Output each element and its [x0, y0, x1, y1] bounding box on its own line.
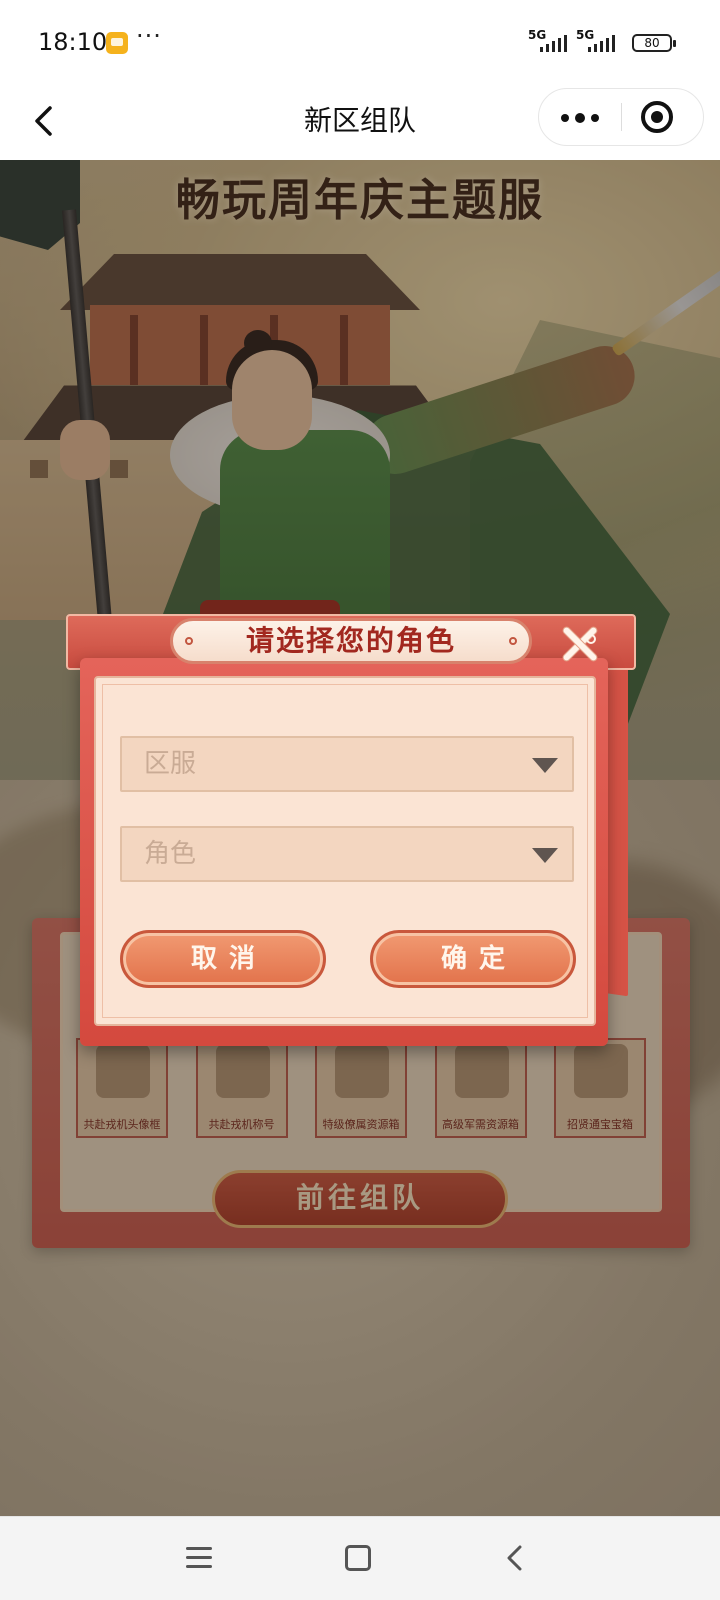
server-select-placeholder: 区服: [144, 749, 197, 779]
miniprogram-capsule: [538, 88, 704, 146]
system-back-button[interactable]: [500, 1543, 530, 1573]
capsule-divider: [621, 103, 622, 131]
more-dots-icon: [561, 114, 569, 122]
role-select[interactable]: 角色: [120, 826, 574, 882]
dialog-body: 区服 角色 取消 确定: [80, 658, 608, 1046]
dialog-card: 区服 角色 取消 确定: [94, 676, 596, 1026]
more-notifications-icon: ···: [136, 22, 162, 50]
dropdown-arrow-icon: [532, 848, 558, 863]
confirm-button[interactable]: 确定: [370, 930, 576, 988]
battery-icon: 80: [632, 34, 676, 52]
recent-apps-button[interactable]: [186, 1547, 212, 1569]
clock: 18:10: [38, 28, 108, 56]
server-select[interactable]: 区服: [120, 736, 574, 792]
dialog-title: 请选择您的角色: [245, 624, 456, 657]
dialog-title-plate: 请选择您的角色: [170, 618, 532, 664]
select-role-dialog: 区服 角色 取消 确定 请选择您的角色: [66, 614, 636, 1046]
close-icon[interactable]: [558, 622, 602, 666]
title-bar: 新区组队: [0, 84, 720, 160]
system-nav-bar: [0, 1516, 720, 1600]
game-canvas: 畅玩周年庆主题服 共赴戎机头像框 共赴戎机称号 特级僚属资源箱 高级军需资源箱 …: [0, 160, 720, 1516]
status-bar: 18:10 ··· 5G 5G 80: [0, 0, 720, 84]
cancel-button[interactable]: 取消: [120, 930, 326, 988]
screen: 18:10 ··· 5G 5G 80 新区组队 畅玩周年庆主题服 共赴戎机头像框…: [0, 0, 720, 1600]
dropdown-arrow-icon: [532, 758, 558, 773]
back-arrow-icon: [507, 1545, 522, 1571]
home-button[interactable]: [345, 1545, 371, 1571]
role-select-placeholder: 角色: [144, 839, 197, 869]
close-miniprogram-button[interactable]: [641, 101, 673, 133]
notes-app-icon: [106, 32, 128, 54]
more-menu-button[interactable]: [539, 89, 621, 145]
